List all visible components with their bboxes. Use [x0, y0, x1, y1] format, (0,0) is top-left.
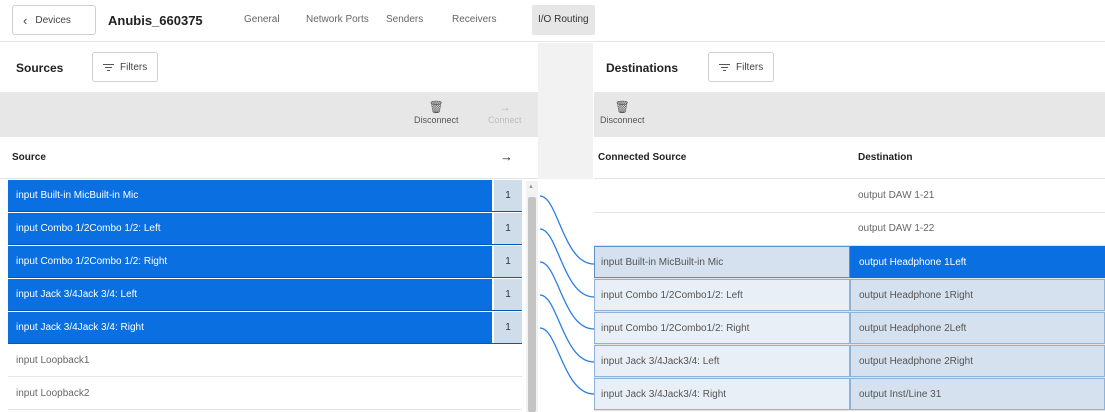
trash-icon: 🗑: [614, 100, 630, 114]
destination-row[interactable]: output DAW 1-21: [594, 180, 1105, 213]
connection-count: 1: [494, 312, 522, 343]
tab-io-routing[interactable]: I/O Routing: [532, 5, 595, 35]
source-name: input Jack 3/4Jack 3/4: Right: [8, 312, 492, 343]
routing-wire: [539, 195, 595, 265]
source-name: input Combo 1/2Combo 1/2: Left: [8, 213, 492, 244]
connected-source-cell: input Combo 1/2Combo1/2: Right: [594, 312, 850, 344]
connected-source-cell: input Combo 1/2Combo1/2: Left: [594, 279, 850, 311]
destination-cell: output Headphone 1Right: [850, 279, 1105, 311]
destination-row[interactable]: input Built-in MicBuilt-in Mic output Hea…: [594, 246, 1105, 279]
connected-source-cell: input Jack 3/4Jack3/4: Right: [594, 378, 850, 410]
source-name: input Loopback2: [16, 388, 90, 399]
source-row[interactable]: input Jack 3/4Jack 3/4: Right 1: [8, 312, 522, 344]
routing-gap-header: [538, 43, 593, 179]
sources-toolbar: 🗑 Disconnect → Connect: [0, 93, 538, 137]
connect-label: Connect: [488, 115, 522, 125]
destination-row[interactable]: input Jack 3/4Jack3/4: Right output Inst/…: [594, 378, 1105, 411]
destinations-header: Destinations Filters: [594, 43, 1105, 93]
tab-general[interactable]: General: [238, 5, 286, 35]
top-nav: ‹ Devices Anubis_660375 General Network …: [0, 0, 1105, 42]
destination-cell: output Headphone 2Right: [850, 345, 1105, 377]
arrow-right-icon: →: [500, 149, 513, 164]
source-row[interactable]: input Built-in MicBuilt-in Mic 1: [8, 180, 522, 212]
source-row[interactable]: input Loopback2: [8, 378, 522, 410]
destination-row[interactable]: output DAW 1-22: [594, 213, 1105, 246]
source-name: input Jack 3/4Jack 3/4: Left: [8, 279, 492, 310]
source-name: input Loopback1: [16, 355, 90, 366]
source-row[interactable]: input Loopback1: [8, 345, 522, 377]
connected-source-cell: input Jack 3/4Jack3/4: Left: [594, 345, 850, 377]
connected-source-cell: [594, 180, 850, 212]
sources-column-header: Source →: [0, 137, 538, 179]
destinations-filters-button[interactable]: Filters: [708, 52, 775, 82]
destination-cell: output DAW 1-22: [858, 223, 935, 234]
device-title: Anubis_660375: [108, 13, 203, 28]
filter-icon: [719, 63, 730, 71]
sources-header: Sources Filters: [0, 43, 538, 93]
back-button-label: Devices: [35, 14, 71, 26]
filter-icon: [103, 63, 114, 71]
source-name: input Combo 1/2Combo 1/2: Right: [8, 246, 492, 277]
scroll-up-icon[interactable]: ▲: [528, 184, 534, 190]
destination-cell: output DAW 1-21: [858, 190, 935, 201]
tab-network-ports[interactable]: Network Ports: [300, 5, 375, 35]
destinations-toolbar: 🗑 Disconnect: [594, 93, 1105, 137]
sources-disconnect-button[interactable]: 🗑 Disconnect: [414, 99, 459, 125]
tab-senders[interactable]: Senders: [380, 5, 429, 35]
connection-count: [494, 345, 522, 376]
connected-source-column-label: Connected Source: [598, 152, 687, 163]
destination-row[interactable]: input Combo 1/2Combo1/2: Right output Hea…: [594, 312, 1105, 345]
connection-count: 1: [494, 246, 522, 277]
arrow-right-icon: →: [498, 100, 511, 114]
connection-count: 1: [494, 213, 522, 244]
connection-count: 1: [494, 279, 522, 310]
back-to-devices-button[interactable]: ‹ Devices: [12, 5, 96, 35]
destinations-disconnect-button[interactable]: 🗑 Disconnect: [600, 99, 645, 125]
destination-cell: output Headphone 2Left: [850, 312, 1105, 344]
tab-receivers[interactable]: Receivers: [446, 5, 502, 35]
source-name: input Built-in MicBuilt-in Mic: [8, 180, 492, 211]
source-column-label: Source: [12, 152, 46, 163]
connected-source-cell: [594, 213, 850, 245]
source-row[interactable]: input Jack 3/4Jack 3/4: Left 1: [8, 279, 522, 311]
trash-icon: 🗑: [428, 100, 444, 114]
destination-cell: output Inst/Line 31: [850, 378, 1105, 410]
destination-row[interactable]: input Combo 1/2Combo1/2: Left output Head…: [594, 279, 1105, 312]
scrollbar-thumb[interactable]: [528, 197, 536, 412]
destinations-title: Destinations: [606, 61, 679, 75]
disconnect-label: Disconnect: [600, 115, 645, 125]
destinations-column-header: Connected Source Destination: [594, 137, 1105, 179]
destination-row[interactable]: input Jack 3/4Jack3/4: Left output Headph…: [594, 345, 1105, 378]
sources-title: Sources: [16, 61, 64, 75]
connected-source-cell: input Built-in MicBuilt-in Mic: [594, 246, 850, 278]
disconnect-label: Disconnect: [414, 115, 459, 125]
sources-filters-button[interactable]: Filters: [92, 52, 159, 82]
sources-scrollbar[interactable]: ▲: [526, 181, 538, 412]
connection-count: [494, 378, 522, 409]
filters-label: Filters: [120, 61, 148, 73]
source-row[interactable]: input Combo 1/2Combo 1/2: Right 1: [8, 246, 522, 278]
destination-cell: output Headphone 1Left: [850, 246, 1105, 278]
chevron-left-icon: ‹: [23, 12, 28, 28]
routing-wires: [539, 195, 595, 395]
filters-label: Filters: [736, 61, 764, 73]
connection-count: 1: [494, 180, 522, 211]
destination-column-label: Destination: [858, 152, 913, 163]
connect-button[interactable]: → Connect: [488, 99, 522, 125]
source-row[interactable]: input Combo 1/2Combo 1/2: Left 1: [8, 213, 522, 245]
